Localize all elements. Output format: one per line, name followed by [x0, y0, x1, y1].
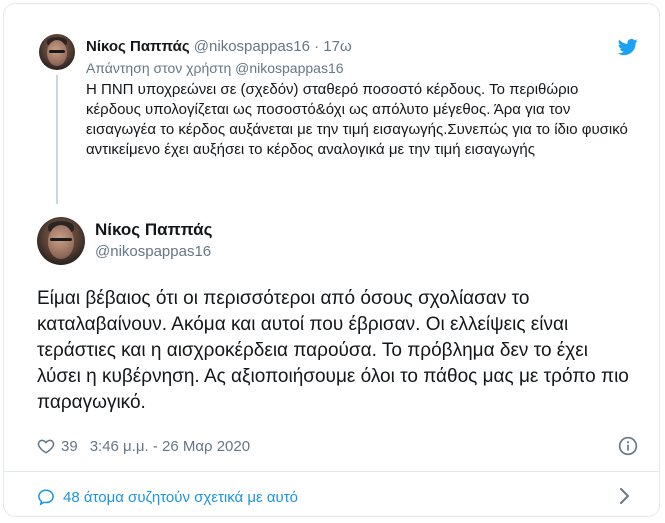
tweet-card: Νίκος Παππάς @nikospappas16 · 17ω Απάντη…	[3, 3, 660, 517]
divider	[4, 471, 659, 472]
parent-author-handle[interactable]: @nikospappas16	[194, 38, 310, 55]
thread-line	[56, 75, 58, 204]
parent-time[interactable]: 17ω	[323, 38, 351, 55]
like-count[interactable]: 39	[61, 438, 78, 455]
author-handle[interactable]: @nikospappas16	[95, 243, 211, 260]
tweet-timestamp[interactable]: 3:46 μ.μ. - 26 Μαρ 2020	[90, 438, 250, 455]
parent-header: Νίκος Παππάς @nikospappas16 · 17ω	[86, 38, 352, 55]
parent-avatar[interactable]	[39, 34, 75, 70]
separator-dot: ·	[314, 38, 320, 55]
reply-context[interactable]: Απάντηση στον χρήστη @nikospappas16	[86, 60, 344, 76]
twitter-bird-icon[interactable]	[617, 37, 639, 57]
parent-author-name[interactable]: Νίκος Παππάς	[86, 38, 190, 55]
conversation-label[interactable]: 48 άτομα συζητούν σχετικά με αυτό	[63, 489, 298, 506]
author-avatar[interactable]	[37, 217, 85, 265]
speech-bubble-icon	[38, 489, 54, 506]
tweet-text: Είμαι βέβαιος ότι οι περισσότεροι από όσ…	[37, 288, 629, 413]
tweet-meta: 39 3:46 μ.μ. - 26 Μαρ 2020	[37, 437, 250, 455]
parent-tweet-text: Η ΠΝΠ υποχρεώνει σε (σχεδόν) σταθερό ποσ…	[86, 81, 628, 158]
chevron-right-icon[interactable]	[618, 486, 632, 506]
info-icon[interactable]	[618, 436, 638, 456]
author-name[interactable]: Νίκος Παππάς	[95, 220, 212, 240]
conversation-link[interactable]: 48 άτομα συζητούν σχετικά με αυτό	[37, 488, 298, 506]
heart-icon[interactable]	[37, 437, 55, 455]
